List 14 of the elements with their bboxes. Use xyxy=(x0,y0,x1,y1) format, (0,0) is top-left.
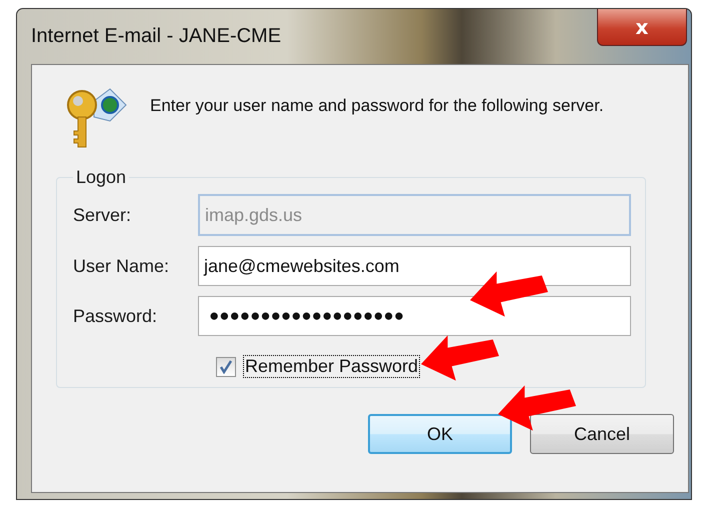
ok-button[interactable]: OK xyxy=(368,414,512,454)
checkbox-label[interactable]: Remember Password xyxy=(244,356,420,377)
check-icon xyxy=(219,360,233,374)
input-field[interactable]: jane@cmewebsites.com xyxy=(198,246,631,286)
prompt-text: Enter your user name and password for the following server. xyxy=(150,95,605,117)
group-title: Logon xyxy=(75,167,128,188)
field-label: User Name: xyxy=(73,256,170,276)
field-label: Password: xyxy=(73,306,158,326)
field-label: Server: xyxy=(73,204,132,226)
checkbox[interactable] xyxy=(216,356,236,376)
window-title: Internet E-mail - JANE-CME xyxy=(31,25,282,48)
close-button[interactable]: x xyxy=(597,9,687,46)
cancel-button[interactable]: Cancel xyxy=(530,414,674,454)
input-field[interactable]: ●●●●●●●●●●●●●●●●●●● xyxy=(198,296,631,336)
